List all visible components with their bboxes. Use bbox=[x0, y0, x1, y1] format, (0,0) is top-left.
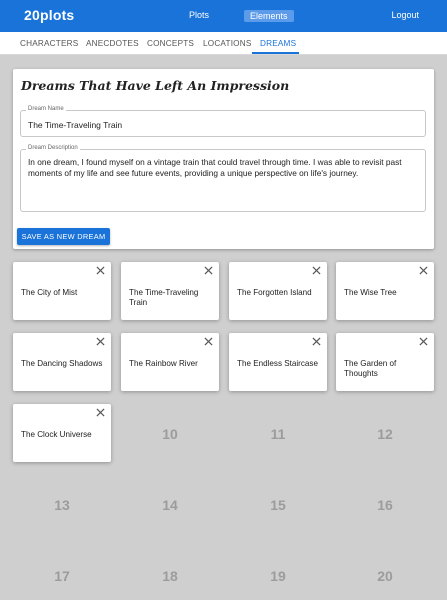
empty-slot-number: 12 bbox=[377, 426, 393, 442]
tab-dreams[interactable]: DREAMS bbox=[260, 39, 296, 48]
dream-card[interactable]: The Dancing Shadows bbox=[13, 333, 111, 391]
dream-description-field[interactable]: Dream Description In one dream, I found … bbox=[20, 145, 426, 212]
dream-card[interactable]: The Time-Traveling Train bbox=[121, 262, 219, 320]
dream-card-title: The Wise Tree bbox=[344, 288, 397, 297]
dream-card-title: The City of Mist bbox=[21, 288, 78, 297]
close-icon[interactable] bbox=[419, 337, 428, 346]
tab-concepts[interactable]: CONCEPTS bbox=[147, 39, 194, 48]
empty-slot-number: 15 bbox=[270, 497, 286, 513]
close-icon[interactable] bbox=[204, 337, 213, 346]
dream-card-title: The Forgotten Island bbox=[237, 288, 312, 297]
empty-slot-number: 20 bbox=[377, 568, 393, 584]
dream-card[interactable]: The Garden of Thoughts bbox=[336, 333, 434, 391]
dream-card[interactable]: The City of Mist bbox=[13, 262, 111, 320]
close-icon[interactable] bbox=[204, 266, 213, 275]
tab-characters[interactable]: CHARACTERS bbox=[20, 39, 78, 48]
dream-name-label: Dream Name bbox=[26, 106, 66, 112]
empty-slot-number: 10 bbox=[162, 426, 178, 442]
active-tab-indicator bbox=[252, 52, 299, 54]
close-icon[interactable] bbox=[419, 266, 428, 275]
dream-card-title: The Rainbow River bbox=[129, 359, 198, 368]
empty-slot-number: 11 bbox=[270, 426, 286, 442]
close-icon[interactable] bbox=[312, 337, 321, 346]
dream-card-title: The Endless Staircase bbox=[237, 359, 318, 368]
form-title: Dreams That Have Left An Impression bbox=[21, 78, 290, 93]
dream-card[interactable]: The Wise Tree bbox=[336, 262, 434, 320]
nav-plots-link[interactable]: Plots bbox=[189, 10, 209, 20]
empty-slot-number: 16 bbox=[377, 497, 393, 513]
dream-card[interactable]: The Endless Staircase bbox=[229, 333, 327, 391]
empty-slot-number: 18 bbox=[162, 568, 178, 584]
element-tabs: CHARACTERS ANECDOTES CONCEPTS LOCATIONS … bbox=[0, 32, 447, 55]
empty-slot-number: 14 bbox=[162, 497, 178, 513]
dream-description-label: Dream Description bbox=[26, 145, 80, 151]
dream-card-title: The Time-Traveling Train bbox=[129, 288, 199, 307]
save-new-dream-button[interactable]: SAVE AS NEW DREAM bbox=[17, 228, 110, 245]
close-icon[interactable] bbox=[312, 266, 321, 275]
dream-form-panel: Dreams That Have Left An Impression Drea… bbox=[13, 69, 434, 249]
empty-slot-number: 19 bbox=[270, 568, 286, 584]
close-icon[interactable] bbox=[96, 337, 105, 346]
close-icon[interactable] bbox=[96, 266, 105, 275]
dream-description-input[interactable]: In one dream, I found myself on a vintag… bbox=[28, 157, 418, 179]
dream-card-title: The Dancing Shadows bbox=[21, 359, 103, 368]
tab-locations[interactable]: LOCATIONS bbox=[203, 39, 252, 48]
app-bar: 20plots Plots Elements Logout bbox=[0, 0, 447, 32]
brand-logo[interactable]: 20plots bbox=[24, 7, 74, 23]
nav-elements-link[interactable]: Elements bbox=[244, 10, 294, 22]
dream-card-title: The Clock Universe bbox=[21, 430, 92, 439]
tab-anecdotes[interactable]: ANECDOTES bbox=[86, 39, 139, 48]
close-icon[interactable] bbox=[96, 408, 105, 417]
logout-link[interactable]: Logout bbox=[391, 10, 419, 20]
dream-name-input[interactable]: The Time-Traveling Train bbox=[28, 120, 122, 130]
dream-card-title: The Garden of Thoughts bbox=[344, 359, 397, 378]
dream-card[interactable]: The Rainbow River bbox=[121, 333, 219, 391]
dream-card[interactable]: The Forgotten Island bbox=[229, 262, 327, 320]
dream-name-field[interactable]: Dream Name The Time-Traveling Train bbox=[20, 106, 426, 137]
empty-slot-number: 13 bbox=[54, 497, 70, 513]
dream-card[interactable]: The Clock Universe bbox=[13, 404, 111, 462]
empty-slot-number: 17 bbox=[54, 568, 70, 584]
